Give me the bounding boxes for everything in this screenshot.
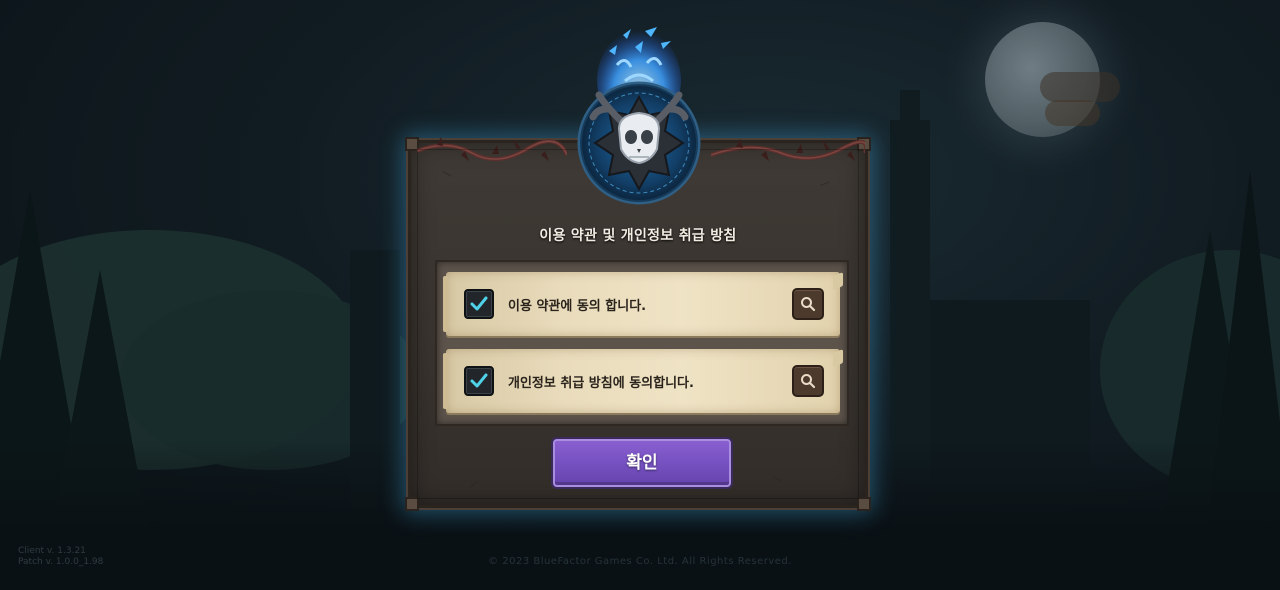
castle-spire <box>1030 310 1052 400</box>
check-icon <box>470 373 488 388</box>
dialog-corner <box>857 497 871 511</box>
search-icon <box>801 297 816 312</box>
search-icon <box>801 374 816 389</box>
wood-crack <box>440 170 452 182</box>
terms-checkbox[interactable] <box>464 289 494 319</box>
cloud-decoration <box>1040 72 1120 102</box>
dialog-corner <box>405 497 419 511</box>
copyright-text: © 2023 BlueFactor Games Co. Ltd. All Rig… <box>488 556 792 567</box>
castle-tower <box>890 120 930 480</box>
wood-crack <box>770 475 782 487</box>
agreement-list: 이용 약관에 동의 합니다. 개인정보 취급 방침에 동의합니다. <box>435 260 849 426</box>
view-terms-button[interactable] <box>792 288 824 320</box>
thorn-vine-left <box>417 137 567 161</box>
agreement-row-privacy: 개인정보 취급 방침에 동의합니다. <box>443 349 840 413</box>
confirm-button[interactable]: 확인 <box>553 439 731 487</box>
cloud-decoration <box>1045 100 1100 126</box>
wood-crack <box>470 480 482 492</box>
skull-emblem-icon <box>577 27 701 205</box>
thorn-vine-right <box>711 139 865 161</box>
terms-label: 이용 약관에 동의 합니다. <box>508 299 647 314</box>
privacy-checkbox[interactable] <box>464 366 494 396</box>
castle-spire <box>900 90 920 130</box>
dialog-title: 이용 약관 및 개인정보 취급 방침 <box>539 228 737 244</box>
view-privacy-button[interactable] <box>792 365 824 397</box>
wood-crack <box>820 181 832 191</box>
check-icon <box>470 296 488 311</box>
agreement-row-terms: 이용 약관에 동의 합니다. <box>443 272 840 336</box>
privacy-label: 개인정보 취급 방침에 동의합니다. <box>508 376 694 391</box>
